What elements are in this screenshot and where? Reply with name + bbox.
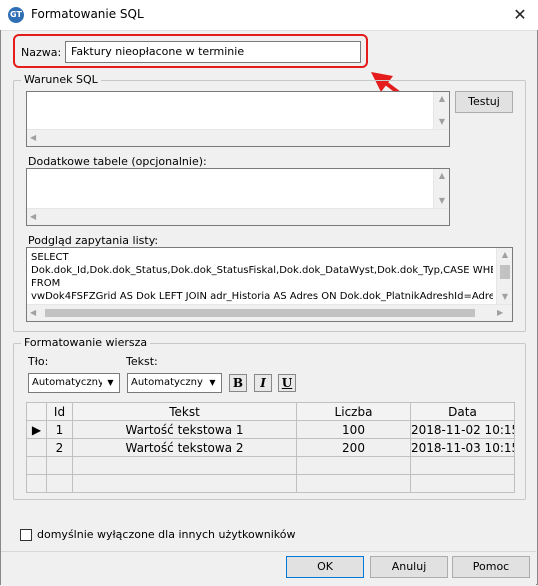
scroll-down-icon[interactable]: ▼ <box>434 196 450 205</box>
preview-line: SELECT <box>31 252 69 263</box>
text-color-select[interactable]: Automatyczny ▼ <box>127 373 222 393</box>
scroll-thumb[interactable] <box>500 265 510 279</box>
italic-button[interactable]: I <box>254 374 272 392</box>
text-color-label: Tekst: <box>126 355 158 368</box>
scroll-down-icon[interactable]: ▼ <box>497 292 512 301</box>
app-icon: GT <box>8 7 24 23</box>
extra-tables-input[interactable]: ▲ ▼ ◀ <box>26 168 450 226</box>
cell-id[interactable]: 1 <box>46 420 73 439</box>
sql-group-title: Warunek SQL <box>21 73 101 86</box>
text-color-value: Automatyczny <box>131 377 203 388</box>
column-header-number[interactable]: Liczba <box>296 402 411 421</box>
window-title: Formatowanie SQL <box>31 7 144 21</box>
current-row-icon: ▶ <box>26 420 47 439</box>
preview-line: Dok.dok_Id,Dok.dok_Status,Dok.dok_Status… <box>31 265 493 276</box>
default-disabled-label: domyślnie wyłączone dla innych użytkowni… <box>37 528 296 541</box>
table-row <box>26 456 515 475</box>
chevron-down-icon[interactable]: ▼ <box>102 374 119 392</box>
bg-color-select[interactable]: Automatyczny ▼ <box>28 373 120 393</box>
underline-button[interactable]: U <box>278 374 296 392</box>
bold-button[interactable]: B <box>229 374 247 392</box>
scroll-right-icon[interactable]: ▶ <box>497 308 503 317</box>
scroll-thumb[interactable] <box>45 309 475 317</box>
horizontal-scrollbar[interactable]: ◀ ▶ <box>27 304 512 321</box>
query-preview[interactable]: SELECT Dok.dok_Id,Dok.dok_Status,Dok.dok… <box>26 247 513 322</box>
ok-button[interactable]: OK <box>286 556 364 578</box>
scroll-up-icon[interactable]: ▲ <box>497 250 512 259</box>
grid-header-row: Id Tekst Liczba Data <box>26 402 515 421</box>
bg-color-value: Automatyczny <box>32 377 102 388</box>
preview-line: FROM <box>31 278 61 289</box>
scroll-left-icon[interactable]: ◀ <box>30 133 36 142</box>
vertical-scrollbar[interactable]: ▲ ▼ <box>496 248 512 304</box>
cell-text[interactable]: Wartość tekstowa 1 <box>72 420 297 439</box>
sql-condition-input[interactable]: ▲ ▼ ◀ <box>26 91 450 147</box>
close-icon[interactable]: ✕ <box>506 3 534 27</box>
preview-grid: Id Tekst Liczba Data ▶ 1 Wartość tekstow… <box>26 402 515 493</box>
scroll-up-icon[interactable]: ▲ <box>434 171 450 180</box>
help-button[interactable]: Pomoc <box>452 556 530 578</box>
column-header-date[interactable]: Data <box>410 402 515 421</box>
cell-number[interactable]: 200 <box>296 438 411 457</box>
bg-color-label: Tło: <box>28 355 49 368</box>
cell-date[interactable]: 2018-11-02 10:15: <box>410 420 515 439</box>
preview-label: Podgląd zapytania listy: <box>28 234 159 247</box>
row-format-title: Formatowanie wiersza <box>21 336 151 349</box>
extra-tables-label: Dodatkowe tabele (opcjonalnie): <box>28 155 207 168</box>
annotation-highlight <box>13 34 368 68</box>
row-indicator <box>26 438 47 457</box>
table-row[interactable]: 2 Wartość tekstowa 2 200 2018-11-03 10:1… <box>26 438 515 457</box>
column-header-id[interactable]: Id <box>46 402 73 421</box>
scroll-down-icon[interactable]: ▼ <box>434 117 450 126</box>
cell-text[interactable]: Wartość tekstowa 2 <box>72 438 297 457</box>
row-indicator-header <box>26 402 47 421</box>
vertical-scrollbar[interactable]: ▲ ▼ <box>433 169 449 208</box>
scroll-up-icon[interactable]: ▲ <box>434 94 450 103</box>
cancel-button[interactable]: Anuluj <box>370 556 448 578</box>
title-bar: GT Formatowanie SQL ✕ <box>0 0 538 31</box>
cell-date[interactable]: 2018-11-03 10:15: <box>410 438 515 457</box>
horizontal-scrollbar[interactable]: ◀ <box>27 208 449 225</box>
scroll-left-icon[interactable]: ◀ <box>30 308 36 317</box>
table-row <box>26 474 515 493</box>
scroll-left-icon[interactable]: ◀ <box>30 212 36 221</box>
test-button[interactable]: Testuj <box>455 91 513 113</box>
cell-id[interactable]: 2 <box>46 438 73 457</box>
vertical-scrollbar[interactable]: ▲ ▼ <box>433 92 449 129</box>
cell-number[interactable]: 100 <box>296 420 411 439</box>
chevron-down-icon[interactable]: ▼ <box>204 374 221 392</box>
default-disabled-checkbox[interactable] <box>20 529 32 541</box>
horizontal-scrollbar[interactable]: ◀ <box>27 129 449 146</box>
preview-line: vwDok4FSFZGrid AS Dok LEFT JOIN adr_Hist… <box>31 291 493 302</box>
table-row[interactable]: ▶ 1 Wartość tekstowa 1 100 2018-11-02 10… <box>26 420 515 439</box>
column-header-text[interactable]: Tekst <box>72 402 297 421</box>
